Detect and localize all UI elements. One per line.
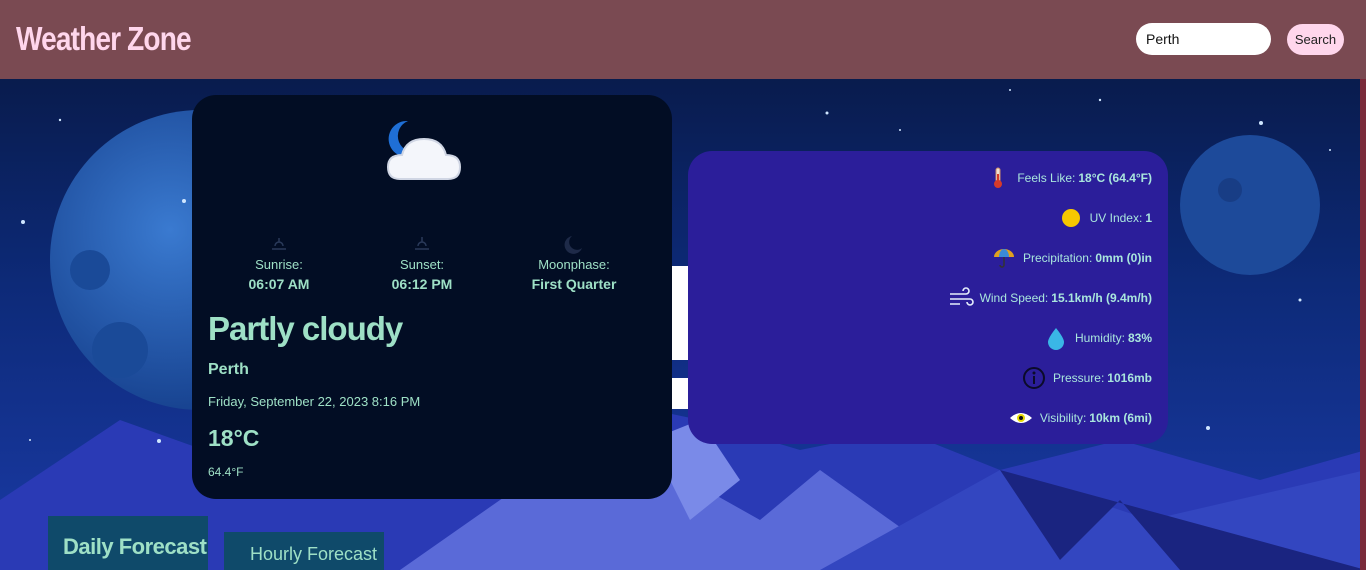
wind-speed-value: 15.1km/h (9.4m/h): [1051, 291, 1152, 305]
umbrella-icon: [993, 249, 1014, 268]
top-navbar: Weather Zone Search: [0, 0, 1366, 79]
wind-icon: [949, 287, 974, 306]
gauge-icon: [1022, 367, 1045, 389]
feels-like-value: 18°C (64.4°F): [1078, 171, 1152, 185]
condition-text: Partly cloudy: [208, 310, 403, 347]
sunrise-block: Sunrise: 06:07 AM: [209, 233, 349, 292]
uv-index-label: UV Index:: [1089, 211, 1143, 225]
city-search-input[interactable]: [1136, 23, 1271, 55]
sunset-label: Sunset:: [399, 257, 445, 272]
uv-index-value: 1: [1145, 211, 1152, 225]
temperature-celsius: 18°C: [208, 425, 260, 451]
precipitation-row: Precipitation: 0mm (0)in: [991, 246, 1152, 270]
sunrise-icon: [272, 238, 286, 250]
brand-title: Weather Zone: [16, 20, 192, 57]
background-shape: [672, 378, 688, 409]
precipitation-value: 0mm (0)in: [1095, 251, 1152, 265]
page-edge-strip: [1360, 79, 1366, 570]
uv-index-row: UV Index: 1: [1058, 206, 1152, 230]
moonphase-value: First Quarter: [531, 276, 617, 292]
pressure-value: 1016mb: [1107, 371, 1152, 385]
search-button[interactable]: Search: [1287, 24, 1344, 55]
sun-icon: [1061, 209, 1080, 227]
current-weather-card: Sunrise: 06:07 AM Sunset: 06:12 PM Moonp…: [192, 95, 672, 499]
thermometer-icon: [994, 167, 1003, 188]
city-name: Perth: [208, 361, 249, 378]
background-shape: [672, 266, 688, 360]
sunrise-value: 06:07 AM: [248, 276, 310, 292]
visibility-label: Visibility:: [1039, 411, 1087, 425]
droplet-icon: [1047, 328, 1064, 350]
humidity-label: Humidity:: [1074, 331, 1125, 345]
visibility-value: 10km (6mi): [1089, 411, 1152, 425]
tab-hourly-forecast[interactable]: Hourly Forecast: [224, 532, 384, 570]
weather-details-card: Feels Like: 18°C (64.4°F) UV Index: 1 Pr…: [688, 151, 1168, 444]
eye-icon: [1009, 413, 1032, 423]
moonphase-block: Moonphase: First Quarter: [504, 233, 644, 292]
feels-like-row: Feels Like: 18°C (64.4°F): [985, 166, 1152, 190]
sunset-block: Sunset: 06:12 PM: [352, 233, 492, 292]
wind-speed-label: Wind Speed:: [979, 291, 1049, 305]
sunset-icon: [415, 237, 429, 250]
local-datetime: Friday, September 22, 2023 8:16 PM: [208, 394, 421, 409]
pressure-label: Pressure:: [1052, 371, 1105, 385]
feels-like-label: Feels Like:: [1017, 171, 1076, 185]
moonphase-icon: [564, 236, 582, 254]
moon-cloud-icon: [386, 120, 462, 180]
temperature-fahrenheit: 64.4°F: [208, 465, 244, 479]
sunrise-label: Sunrise:: [255, 257, 303, 272]
sunset-value: 06:12 PM: [391, 276, 453, 292]
pressure-row: Pressure: 1016mb: [1021, 366, 1152, 390]
tab-daily-forecast[interactable]: Daily Forecast: [48, 516, 208, 570]
humidity-row: Humidity: 83%: [1043, 326, 1152, 350]
precipitation-label: Precipitation:: [1022, 251, 1093, 265]
wind-speed-row: Wind Speed: 15.1km/h (9.4m/h): [948, 286, 1152, 310]
humidity-value: 83%: [1127, 331, 1152, 345]
visibility-row: Visibility: 10km (6mi): [1008, 406, 1152, 430]
moonphase-label: Moonphase:: [538, 257, 610, 272]
